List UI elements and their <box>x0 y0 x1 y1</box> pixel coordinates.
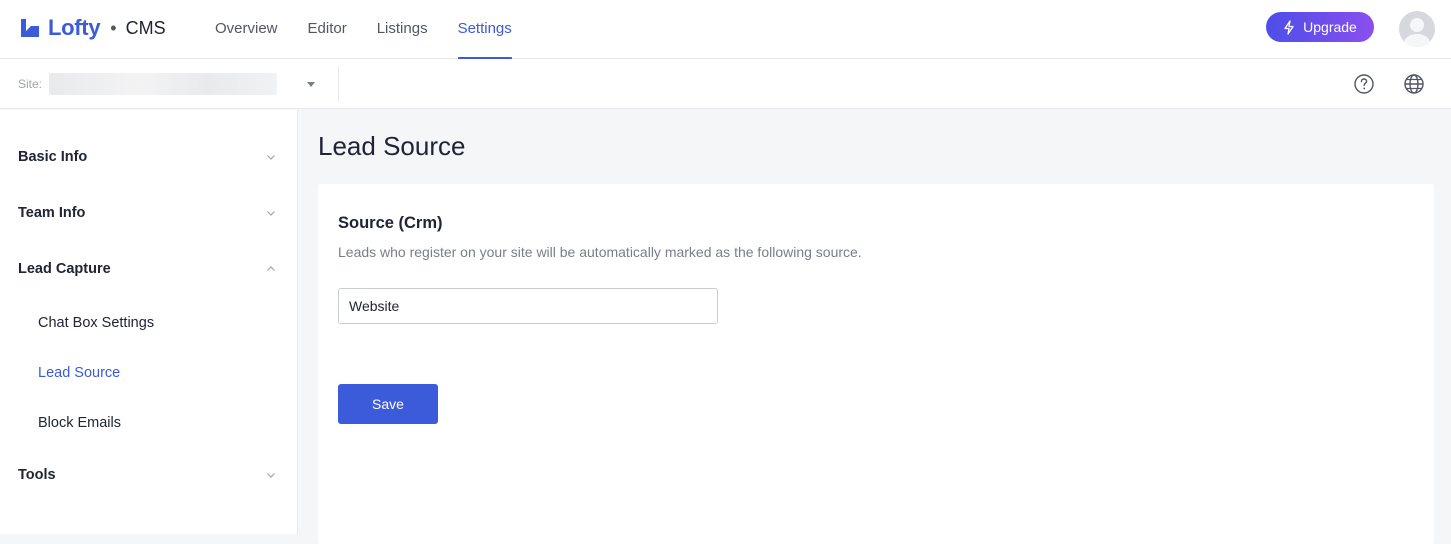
chevron-down-icon <box>267 211 275 216</box>
nav-editor[interactable]: Editor <box>293 0 362 59</box>
avatar[interactable] <box>1399 11 1435 47</box>
sidebar-item-chat-box-settings[interactable]: Chat Box Settings <box>0 305 298 341</box>
lightning-icon <box>1283 19 1295 35</box>
sidebar-group-label: Team Info <box>18 205 86 221</box>
settings-sidebar: Basic Info Team Info Lead Capture Chat B… <box>0 110 298 534</box>
sidebar-group-label: Tools <box>18 467 56 483</box>
nav-listings[interactable]: Listings <box>362 0 443 59</box>
chevron-up-icon <box>267 266 275 271</box>
save-button[interactable]: Save <box>338 384 438 424</box>
sidebar-item-label: Block Emails <box>38 415 121 431</box>
source-input[interactable] <box>338 288 718 324</box>
brand-separator: • <box>110 17 117 38</box>
sidebar-group-label: Basic Info <box>18 149 88 165</box>
sidebar-item-label: Lead Source <box>38 365 121 381</box>
page-title: Lead Source <box>318 131 466 161</box>
product-name: CMS <box>125 17 166 38</box>
help-icon[interactable] <box>1353 73 1375 95</box>
top-navbar: Lofty • CMS Overview Editor Listings Set… <box>0 0 1451 60</box>
main-nav: Overview Editor Listings Settings <box>200 0 527 60</box>
sidebar-item-block-emails[interactable]: Block Emails <box>0 405 298 441</box>
brand-name: Lofty <box>48 15 101 40</box>
chevron-down-icon <box>267 473 275 478</box>
lead-source-card: Source (Crm) Leads who register on your … <box>318 184 1434 544</box>
sidebar-group-lead-capture[interactable]: Lead Capture <box>0 249 298 289</box>
sidebar-group-basic-info[interactable]: Basic Info <box>0 137 298 177</box>
site-toolbar: Site: <box>0 59 1451 109</box>
section-description: Leads who register on your site will be … <box>338 244 862 260</box>
lofty-logo-icon <box>21 19 39 37</box>
sidebar-group-label: Lead Capture <box>18 261 111 277</box>
section-title: Source (Crm) <box>338 214 443 232</box>
nav-settings[interactable]: Settings <box>443 0 527 60</box>
sidebar-group-team-info[interactable]: Team Info <box>0 193 298 233</box>
caret-down-icon[interactable] <box>307 82 315 87</box>
sidebar-item-label: Chat Box Settings <box>38 315 155 331</box>
user-icon <box>1404 18 1430 47</box>
logo[interactable]: Lofty • CMS <box>18 14 166 42</box>
site-select[interactable] <box>49 73 277 95</box>
chevron-down-icon <box>267 155 275 160</box>
upgrade-button[interactable]: Upgrade <box>1266 12 1374 42</box>
sidebar-group-tools[interactable]: Tools <box>0 455 298 495</box>
upgrade-label: Upgrade <box>1303 19 1357 35</box>
sidebar-item-lead-source[interactable]: Lead Source <box>0 355 298 391</box>
divider <box>338 66 339 102</box>
site-label: Site: <box>18 77 43 91</box>
nav-overview[interactable]: Overview <box>200 0 293 59</box>
globe-icon[interactable] <box>1403 73 1425 95</box>
